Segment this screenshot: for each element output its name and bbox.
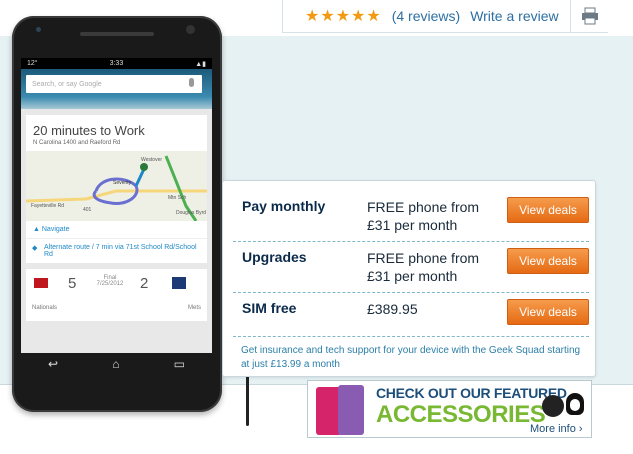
map-label-fayetteville: Fayetteville Rd xyxy=(31,203,64,209)
topbar-divider xyxy=(570,0,571,32)
map-label-401: 401 xyxy=(83,207,92,213)
score-home: 5 xyxy=(68,275,77,292)
phone-header-image: Search, or say Google xyxy=(21,69,212,109)
rating-bar: ★★★★★ (4 reviews) Write a review xyxy=(282,0,608,33)
alt-route-row: ◆ Alternate route / 7 min via 71st Schoo… xyxy=(26,239,207,263)
map-drawing: Westover Seventy Fayetteville Rd Douglas… xyxy=(25,155,207,222)
deal-name: Upgrades xyxy=(242,249,307,265)
map-label-westover: Westover xyxy=(141,157,162,163)
phone-search-placeholder: Search, or say Google xyxy=(32,80,102,88)
route-title: 20 minutes to Work xyxy=(26,115,207,138)
status-temp: 12° xyxy=(27,60,38,67)
deal-name: SIM free xyxy=(242,300,297,316)
row-divider xyxy=(233,336,589,337)
phone-side-edge xyxy=(246,374,249,426)
route-destination: to Work xyxy=(96,123,145,138)
score-away: 2 xyxy=(140,275,149,292)
phone-speaker xyxy=(80,32,154,36)
view-deals-button[interactable]: View deals xyxy=(507,248,589,274)
score-date: 7/25/2012 xyxy=(96,281,124,287)
score-card: 5 Final 7/25/2012 2 Nationals Mets xyxy=(26,269,207,321)
write-review-link[interactable]: Write a review xyxy=(470,8,558,24)
alt-route-icon: ◆ xyxy=(32,245,38,252)
deal-name: Pay monthly xyxy=(242,198,326,214)
more-info-link[interactable]: More info › xyxy=(530,423,583,435)
view-deals-button[interactable]: View deals xyxy=(507,299,589,325)
phone-screen: 12° 3:33 ▲▮ Search, or say Google 20 min… xyxy=(21,58,212,353)
deal-price: £389.95 xyxy=(367,301,418,317)
printer-icon[interactable] xyxy=(581,7,599,25)
deal-price: FREE phone from £31 per month xyxy=(367,250,480,284)
map-label-douglas: Douglas Byrd xyxy=(176,210,206,216)
alt-route-label: Alternate route / 7 min via 71st School … xyxy=(44,244,197,258)
team-away: Mets xyxy=(187,305,201,311)
row-divider xyxy=(233,241,589,242)
deal-row-sim-free: SIM free £389.95 View deals xyxy=(233,299,589,350)
accessories-headline: CHECK OUT OUR FEATURED xyxy=(376,385,567,401)
phone-camera xyxy=(186,25,195,34)
navigate-icon: ▲ xyxy=(33,226,42,233)
map-label-seventy: Seventy xyxy=(113,180,132,186)
mic-icon xyxy=(189,78,194,87)
row-divider xyxy=(233,292,589,293)
reviews-link[interactable]: (4 reviews) xyxy=(392,8,460,24)
route-map: Westover Seventy Fayetteville Rd Douglas… xyxy=(25,151,207,222)
phone-navbar: ↩ ⌂ ▭ xyxy=(21,353,212,375)
phone-sensor xyxy=(36,27,41,32)
phone-image: 12° 3:33 ▲▮ Search, or say Google 20 min… xyxy=(12,16,222,412)
accessories-title: ACCESSORIES xyxy=(376,401,546,428)
status-time: 3:33 xyxy=(109,60,124,67)
phone-statusbar: 12° 3:33 ▲▮ xyxy=(21,58,212,69)
navigate-row: ▲ Navigate xyxy=(26,221,207,239)
route-subtitle: N Carolina 1400 and Raeford Rd xyxy=(33,140,121,146)
back-icon: ↩ xyxy=(48,357,59,371)
score-final: Final 7/25/2012 xyxy=(90,275,130,287)
home-icon: ⌂ xyxy=(112,357,120,371)
route-card: 20 minutes to Work N Carolina 1400 and R… xyxy=(25,115,207,263)
mets-logo-icon xyxy=(172,277,186,289)
map-label-mtn: Mtn Sch xyxy=(168,195,187,201)
deals-panel: Pay monthly FREE phone from £31 per mont… xyxy=(222,180,596,377)
team-home: Nationals xyxy=(32,305,58,311)
phone-case-image xyxy=(338,385,364,435)
speaker-image xyxy=(542,395,564,417)
recents-icon: ▭ xyxy=(173,357,185,371)
navigate-label: Navigate xyxy=(41,226,70,233)
accessories-banner[interactable]: CHECK OUT OUR FEATURED ACCESSORIES More … xyxy=(307,380,592,438)
signal-icon: ▲▮ xyxy=(195,60,206,68)
geek-squad-note[interactable]: Get insurance and tech support for your … xyxy=(241,344,586,372)
nationals-logo-icon xyxy=(34,278,48,288)
rating-stars: ★★★★★ xyxy=(305,8,382,25)
view-deals-button[interactable]: View deals xyxy=(507,197,589,223)
route-duration: 20 minutes xyxy=(33,123,97,138)
penguin-speaker-image xyxy=(566,393,584,415)
phone-search-box: Search, or say Google xyxy=(26,75,202,93)
deal-price: FREE phone from £31 per month xyxy=(367,199,480,233)
